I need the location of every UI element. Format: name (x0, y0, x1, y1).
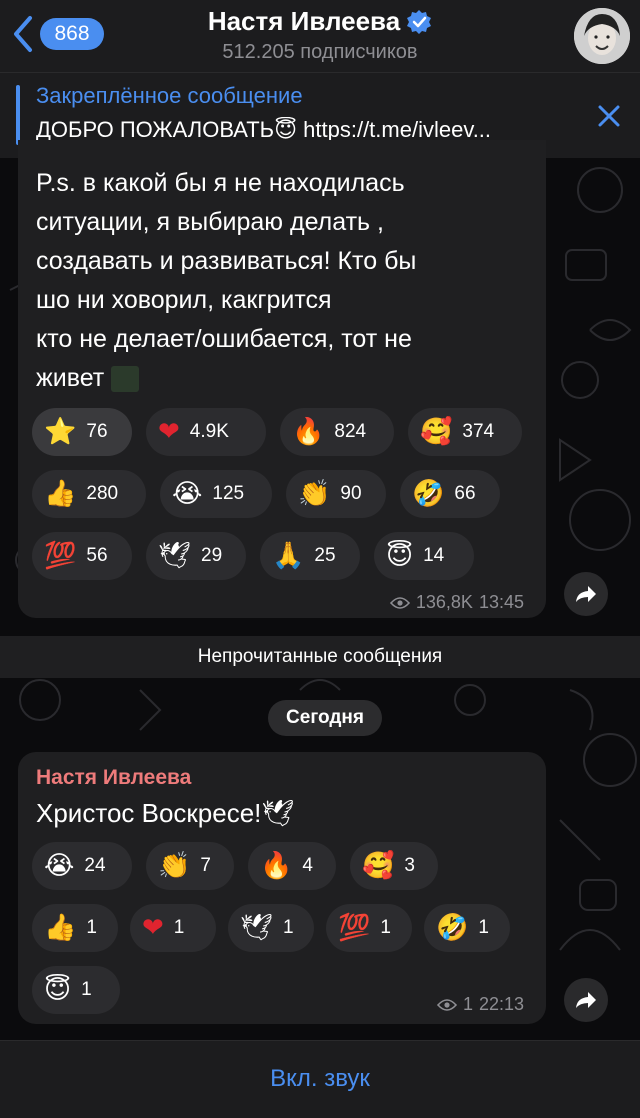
message-line: кто не делает/ошибается, тот не (36, 325, 412, 353)
thumbs-up-icon: 👍 (44, 913, 77, 943)
reaction-chip[interactable]: 😭 125 (160, 470, 272, 518)
reaction-chip[interactable]: 😭 24 (32, 842, 132, 890)
verified-icon (407, 9, 432, 34)
hidden-emoji (111, 366, 140, 393)
message-line: живет (36, 359, 516, 398)
clapping-icon: 👏 (298, 479, 331, 509)
avatar[interactable] (574, 8, 630, 64)
reaction-chip[interactable]: 👏 7 (146, 842, 234, 890)
reaction-chip[interactable]: 🙏 25 (260, 532, 360, 580)
crying-icon: 😭 (172, 479, 203, 509)
message-meta: 136,8K 13:45 (389, 592, 524, 613)
reactions: ⭐ 76 ❤ 4.9K 🔥 824 🥰 374 👍 280 😭 125 👏 90 🤣 66 💯 5… (32, 408, 522, 594)
dove-icon: 🕊 (158, 541, 192, 571)
reaction-chip[interactable]: 💯 56 (32, 532, 132, 580)
fire-icon: 🔥 (292, 417, 325, 447)
reaction-row: ⭐ 76 ❤ 4.9K 🔥 824 🥰 374 (32, 408, 522, 456)
reaction-chip[interactable]: 🕊 1 (228, 904, 314, 952)
clapping-icon: 👏 (158, 851, 191, 881)
rofl-icon: 🤣 (436, 913, 469, 943)
message-line: P.s. в какой бы я не находилась (36, 169, 405, 197)
message-bubble[interactable]: Настя Ивлеева Христос Воскресе!🕊 😭 24 👏 7 … (18, 752, 546, 1024)
star-icon: ⭐ (44, 417, 77, 447)
reaction-chip[interactable]: ❤ 4.9K (146, 408, 266, 456)
reaction-chip[interactable]: 🤣 66 (400, 470, 500, 518)
pinned-indicator (16, 85, 20, 145)
reaction-chip[interactable]: ⭐ 76 (32, 408, 132, 456)
message-text: Христос Воскресе!🕊 (36, 798, 295, 828)
rofl-icon: 🤣 (412, 479, 445, 509)
crying-icon: 😭 (44, 851, 75, 881)
smiling-hearts-icon: 🥰 (362, 851, 395, 881)
channel-info[interactable]: Настя Ивлеева 512.205 подписчиков (0, 6, 640, 64)
reaction-chip[interactable]: ❤ 1 (130, 904, 216, 952)
reaction-chip[interactable]: 🔥 4 (248, 842, 336, 890)
angel-icon: 😇 (386, 541, 414, 571)
message-line: шо ни ховорил, какгрится (36, 286, 332, 314)
chat-header: 868 Настя Ивлеева 512.205 подписчиков (0, 0, 640, 72)
eye-icon (436, 998, 457, 1011)
date-badge: Сегодня (268, 700, 382, 736)
unread-divider: Непрочитанные сообщения (0, 636, 640, 678)
reaction-chip[interactable]: 👏 90 (286, 470, 386, 518)
reaction-chip[interactable]: 🥰 3 (350, 842, 438, 890)
hundred-icon: 💯 (338, 913, 371, 943)
view-count: 136,8K (415, 592, 473, 612)
reaction-row: 😭 24 👏 7 🔥 4 🥰 3 (32, 842, 510, 890)
close-icon[interactable] (596, 103, 622, 129)
reaction-chip[interactable]: 🔥 824 (280, 408, 394, 456)
heart-icon: ❤ (142, 913, 164, 943)
message-text: P.s. в какой бы я не находилась ситуации… (36, 164, 516, 398)
subscriber-count: 512.205 подписчиков (222, 41, 418, 63)
thumbs-up-icon: 👍 (44, 479, 77, 509)
message-line: создавать и развиваться! Кто бы (36, 247, 417, 275)
reaction-row: 💯 56 🕊 29 🙏 25 😇 14 (32, 532, 522, 580)
pinned-title: Закреплённое сообщение (36, 83, 303, 108)
share-icon (576, 586, 596, 602)
pray-icon: 🙏 (272, 541, 305, 571)
reaction-chip[interactable]: 💯 1 (326, 904, 412, 952)
view-count: 1 (462, 994, 473, 1014)
avatar-image (574, 8, 630, 64)
sender-name[interactable]: Настя Ивлеева (36, 766, 191, 790)
share-icon (576, 992, 596, 1008)
fire-icon: 🔥 (260, 851, 293, 881)
message-line: ситуации, я выбираю делать , (36, 208, 384, 236)
eye-icon (389, 596, 410, 609)
share-button[interactable] (564, 978, 608, 1022)
channel-title: Настя Ивлеева (207, 6, 401, 36)
message-time: 13:45 (478, 592, 524, 612)
hundred-icon: 💯 (44, 541, 77, 571)
reaction-row: 👍 280 😭 125 👏 90 🤣 66 (32, 470, 522, 518)
share-button[interactable] (564, 572, 608, 616)
dove-icon: 🕊 (240, 913, 274, 943)
reaction-chip[interactable]: 🤣 1 (424, 904, 510, 952)
angel-icon: 😇 (44, 975, 72, 1005)
message-bubble[interactable]: P.s. в какой бы я не находилась ситуации… (18, 140, 546, 618)
heart-icon: ❤ (158, 417, 180, 447)
reaction-chip[interactable]: 😇 1 (32, 966, 120, 1014)
message-meta: 1 22:13 (436, 994, 524, 1015)
reaction-chip[interactable]: 🕊 29 (146, 532, 246, 580)
unmute-button[interactable]: Вкл. звук (0, 1040, 640, 1118)
smiling-hearts-icon: 🥰 (420, 417, 453, 447)
reaction-row: 👍 1 ❤ 1 🕊 1 💯 1 🤣 1 (32, 904, 510, 952)
reaction-chip[interactable]: 👍 280 (32, 470, 146, 518)
reaction-chip[interactable]: 👍 1 (32, 904, 118, 952)
reaction-chip[interactable]: 🥰 374 (408, 408, 522, 456)
reaction-chip[interactable]: 😇 14 (374, 532, 474, 580)
message-time: 22:13 (478, 994, 524, 1014)
